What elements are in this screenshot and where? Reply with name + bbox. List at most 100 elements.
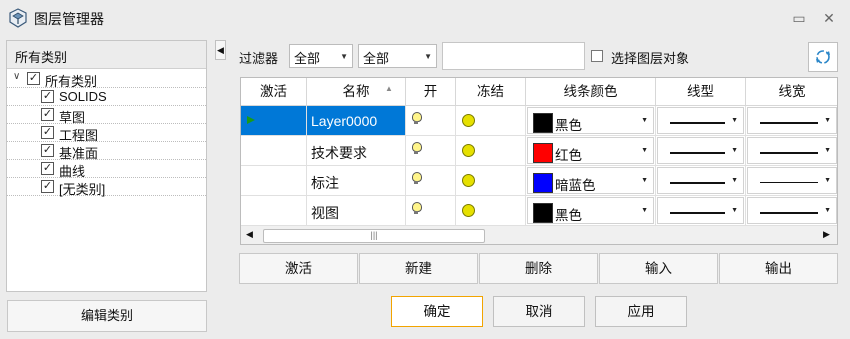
line-width-dropdown[interactable]: ▼ — [747, 197, 837, 224]
scroll-left-icon[interactable]: ◀ — [246, 229, 253, 240]
color-name: 黑色 — [555, 208, 582, 223]
tree-item-checkbox[interactable]: ✓ — [41, 180, 54, 193]
line-width-dropdown[interactable]: ▼ — [747, 107, 837, 134]
layer-name-cell[interactable]: Layer0000 — [307, 106, 406, 136]
chevron-down-icon: ▼ — [824, 117, 831, 124]
line-width-dropdown[interactable]: ▼ — [747, 137, 837, 164]
refresh-button[interactable] — [808, 42, 838, 72]
tree-item[interactable]: ✓ SOLIDS — [7, 88, 206, 106]
apply-button[interactable]: 应用 — [595, 296, 687, 327]
select-layer-objects-label[interactable]: 选择图层对象 — [611, 48, 689, 67]
tree-item-checkbox[interactable]: ✓ — [41, 126, 54, 139]
active-cell[interactable] — [241, 106, 307, 136]
layer-on-toggle[interactable] — [406, 106, 456, 136]
edit-category-button[interactable]: 编辑类别 — [7, 300, 207, 332]
line-type-select[interactable]: ▼ — [656, 136, 746, 166]
line-style-preview — [670, 122, 725, 124]
line-color-dropdown[interactable]: 红色 ▼ — [527, 137, 654, 164]
line-width-select[interactable]: ▼ — [746, 166, 837, 196]
tree-item[interactable]: ✓ 曲线 — [7, 160, 206, 179]
line-width-dropdown[interactable]: ▼ — [747, 167, 837, 194]
active-cell[interactable] — [241, 196, 307, 226]
color-name: 红色 — [555, 148, 582, 163]
layer-freeze-toggle[interactable] — [456, 166, 526, 196]
layer-freeze-toggle[interactable] — [456, 106, 526, 136]
line-color-select[interactable]: 暗蓝色 ▼ — [526, 166, 656, 196]
category-header: 所有类别 — [7, 41, 206, 69]
tree-item[interactable]: ∨ ✓ 所有类别 — [7, 70, 206, 89]
chevron-down-icon: ▼ — [641, 177, 648, 184]
line-type-select[interactable]: ▼ — [656, 166, 746, 196]
export-button[interactable]: 输出 — [719, 253, 838, 284]
filter-select-2[interactable]: 全部 ▼ — [358, 44, 437, 68]
col-line-type-header[interactable]: 线型 — [656, 78, 746, 106]
line-type-select[interactable]: ▼ — [656, 106, 746, 136]
line-width-select[interactable]: ▼ — [746, 106, 837, 136]
color-swatch — [533, 113, 553, 133]
col-frozen-header[interactable]: 冻结 — [456, 78, 526, 106]
col-on-header[interactable]: 开 — [406, 78, 456, 106]
layer-on-toggle[interactable] — [406, 196, 456, 226]
tree-expand-icon[interactable]: ∨ — [13, 71, 20, 82]
filter-select-1[interactable]: 全部 ▼ — [289, 44, 353, 68]
layer-name-cell[interactable]: 技术要求 — [307, 136, 406, 166]
col-line-color-header[interactable]: 线条颜色 — [526, 78, 656, 106]
line-type-dropdown[interactable]: ▼ — [657, 137, 744, 164]
sun-icon — [462, 114, 475, 127]
scrollbar-thumb[interactable]: ||| — [263, 229, 485, 243]
chevron-down-icon: ▼ — [424, 52, 432, 61]
chevron-down-icon: ▼ — [340, 52, 348, 61]
delete-button[interactable]: 删除 — [479, 253, 598, 284]
line-color-select[interactable]: 黑色 ▼ — [526, 196, 656, 226]
tree-item[interactable]: ✓ [无类别] — [7, 178, 206, 197]
line-type-dropdown[interactable]: ▼ — [657, 107, 744, 134]
layer-on-toggle[interactable] — [406, 166, 456, 196]
active-arrow-icon — [247, 116, 255, 124]
tree-item[interactable]: ✓ 草图 — [7, 106, 206, 125]
tree-item-checkbox[interactable]: ✓ — [41, 162, 54, 175]
collapse-panel-icon[interactable]: ◀ — [215, 40, 226, 60]
tree-item[interactable]: ✓ 工程图 — [7, 124, 206, 143]
cancel-button[interactable]: 取消 — [493, 296, 585, 327]
line-type-dropdown[interactable]: ▼ — [657, 197, 744, 224]
tree-item-checkbox[interactable]: ✓ — [27, 72, 40, 85]
line-type-dropdown[interactable]: ▼ — [657, 167, 744, 194]
layer-freeze-toggle[interactable] — [456, 136, 526, 166]
layer-on-toggle[interactable] — [406, 136, 456, 166]
new-button[interactable]: 新建 — [359, 253, 478, 284]
import-button[interactable]: 输入 — [599, 253, 718, 284]
title-bar: 图层管理器 ▭ ✕ — [0, 0, 850, 36]
active-cell[interactable] — [241, 136, 307, 166]
tree-item-checkbox[interactable]: ✓ — [41, 108, 54, 121]
ok-button[interactable]: 确定 — [391, 296, 483, 327]
minimize-icon[interactable]: ▭ — [790, 9, 808, 27]
tree-item[interactable]: ✓ 基准面 — [7, 142, 206, 161]
layer-name-cell[interactable]: 标注 — [307, 166, 406, 196]
active-cell[interactable] — [241, 166, 307, 196]
select-layer-objects-checkbox[interactable] — [591, 50, 603, 62]
layer-freeze-toggle[interactable] — [456, 196, 526, 226]
activate-button[interactable]: 激活 — [239, 253, 358, 284]
layer-manager-app-icon — [9, 8, 27, 28]
col-active-header[interactable]: 激活 — [241, 78, 307, 106]
line-type-select[interactable]: ▼ — [656, 196, 746, 226]
filter-select-1-value: 全部 — [294, 51, 321, 66]
horizontal-scrollbar[interactable]: ◀ ||| ▶ — [241, 226, 837, 244]
line-color-dropdown[interactable]: 暗蓝色 ▼ — [527, 167, 654, 194]
line-color-select[interactable]: 黑色 ▼ — [526, 106, 656, 136]
line-color-dropdown[interactable]: 黑色 ▼ — [527, 107, 654, 134]
filter-text-input[interactable] — [442, 42, 585, 70]
line-style-preview — [760, 122, 818, 124]
line-color-dropdown[interactable]: 黑色 ▼ — [527, 197, 654, 224]
tree-item-checkbox[interactable]: ✓ — [41, 144, 54, 157]
tree-item-checkbox[interactable]: ✓ — [41, 90, 54, 103]
chevron-down-icon: ▼ — [641, 147, 648, 154]
sun-icon — [462, 204, 475, 217]
line-width-select[interactable]: ▼ — [746, 196, 837, 226]
line-color-select[interactable]: 红色 ▼ — [526, 136, 656, 166]
col-line-width-header[interactable]: 线宽 — [746, 78, 837, 106]
line-width-select[interactable]: ▼ — [746, 136, 837, 166]
scroll-right-icon[interactable]: ▶ — [823, 229, 830, 240]
close-icon[interactable]: ✕ — [820, 9, 838, 27]
layer-name-cell[interactable]: 视图 — [307, 196, 406, 226]
